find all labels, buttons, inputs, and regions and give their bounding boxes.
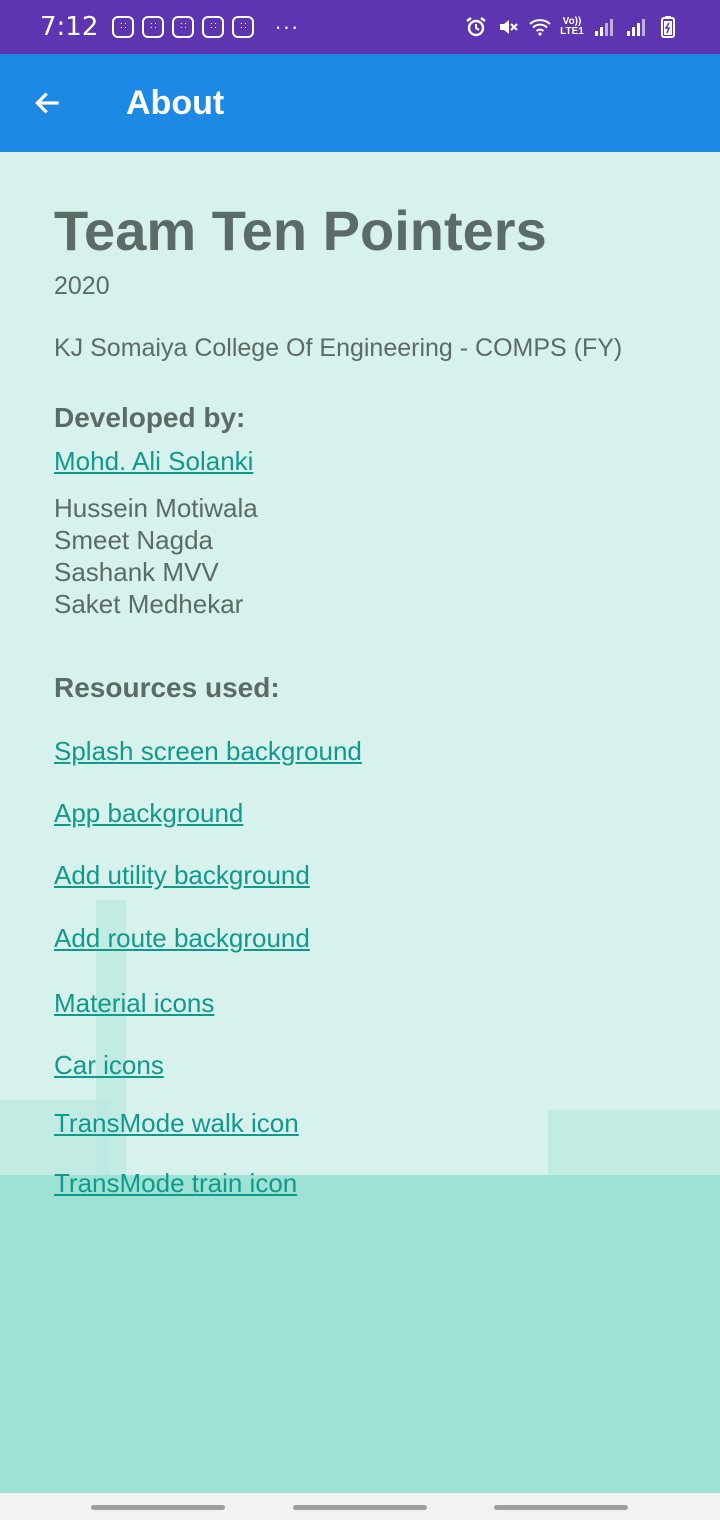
more-notifications-icon: ··· <box>274 14 300 39</box>
developer-name: Smeet Nagda <box>54 525 213 555</box>
college-name: KJ Somaiya College Of Engineering - COMP… <box>54 334 623 362</box>
resource-link-transmode-train-icon[interactable]: TransMode train icon <box>54 1168 297 1199</box>
status-time: 7:12 <box>40 12 99 42</box>
mute-icon <box>496 15 520 39</box>
battery-icon <box>656 15 680 39</box>
resource-link-add-utility-background[interactable]: Add utility background <box>54 860 310 891</box>
developer-name: Hussein Motiwala <box>54 493 258 523</box>
developer-name: Sashank MVV <box>54 557 219 587</box>
status-bar: 7:12 ∷ ∷ ∷ ∷ ∷ ··· Vo)) LTE1 <box>0 0 720 54</box>
nav-back-button[interactable] <box>494 1505 628 1510</box>
alarm-icon <box>464 15 488 39</box>
notification-app-icon: ∷ <box>142 16 165 38</box>
developer-list: Hussein Motiwala Smeet Nagda Sashank MVV… <box>54 492 258 620</box>
year: 2020 <box>54 272 110 300</box>
resource-link-material-icons[interactable]: Material icons <box>54 988 214 1019</box>
resources-heading: Resources used: <box>54 672 280 703</box>
resource-link-car-icons[interactable]: Car icons <box>54 1050 164 1081</box>
back-button[interactable] <box>0 54 96 152</box>
resource-link-transmode-walk-icon[interactable]: TransMode walk icon <box>54 1108 299 1139</box>
notification-app-icon: ∷ <box>202 16 225 38</box>
app-bar: About <box>0 54 720 152</box>
notification-app-icon: ∷ <box>172 16 195 38</box>
developed-by-heading: Developed by: <box>54 402 246 433</box>
signal-icon <box>624 15 648 39</box>
volte-lte-icon: Vo)) LTE1 <box>560 16 584 37</box>
developer-name: Saket Medhekar <box>54 589 244 619</box>
team-name: Team Ten Pointers <box>54 199 547 262</box>
nav-recents-button[interactable] <box>91 1505 225 1510</box>
nav-home-button[interactable] <box>293 1505 427 1510</box>
background-ground <box>0 1175 720 1493</box>
navigation-bar <box>0 1493 720 1520</box>
notification-icons: ∷ ∷ ∷ ∷ ∷ <box>112 16 255 38</box>
lead-developer-link[interactable]: Mohd. Ali Solanki <box>54 446 253 477</box>
arrow-back-icon <box>35 92 59 114</box>
wifi-icon <box>528 15 552 39</box>
resource-link-splash-screen-background[interactable]: Splash screen background <box>54 736 362 767</box>
page-title: About <box>126 83 225 122</box>
notification-app-icon: ∷ <box>112 16 135 38</box>
signal-icon <box>592 15 616 39</box>
background-building <box>548 1110 720 1180</box>
notification-app-icon: ∷ <box>232 16 255 38</box>
resource-link-app-background[interactable]: App background <box>54 798 243 829</box>
resource-link-add-route-background[interactable]: Add route background <box>54 923 310 954</box>
system-icons: Vo)) LTE1 <box>464 15 680 39</box>
